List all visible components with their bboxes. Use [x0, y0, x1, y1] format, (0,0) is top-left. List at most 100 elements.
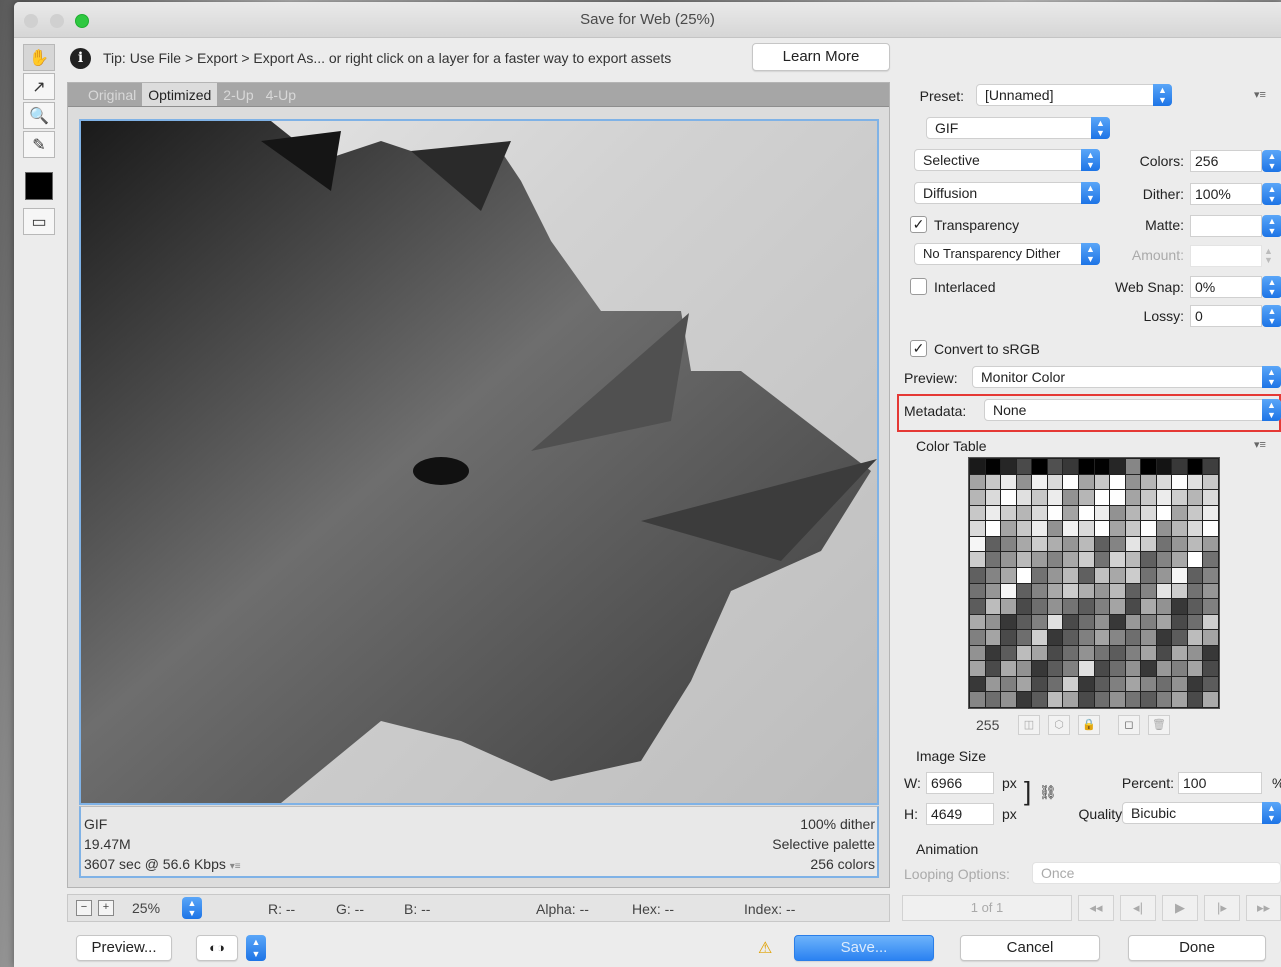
color-swatch[interactable]: [1203, 692, 1218, 707]
color-swatch[interactable]: [1156, 630, 1172, 645]
learn-more-button[interactable]: Learn More: [752, 43, 890, 71]
websnap-field[interactable]: 0%: [1190, 276, 1262, 298]
color-swatch[interactable]: [1156, 599, 1172, 614]
color-swatch[interactable]: [1203, 567, 1218, 583]
zoom-out-button[interactable]: −: [76, 900, 92, 916]
color-swatch[interactable]: [970, 661, 985, 676]
color-swatch[interactable]: [1001, 630, 1016, 645]
color-swatch[interactable]: [1203, 474, 1218, 490]
color-swatch[interactable]: [1001, 474, 1016, 490]
color-swatch[interactable]: [1110, 459, 1125, 474]
color-swatch[interactable]: [1172, 614, 1187, 630]
color-swatch[interactable]: [1141, 459, 1156, 474]
color-swatch[interactable]: [970, 583, 985, 599]
color-swatch[interactable]: [1078, 676, 1094, 692]
color-swatch[interactable]: [970, 474, 985, 490]
dither-algorithm-select[interactable]: Diffusion ▲ ▼: [914, 182, 1100, 204]
color-swatch[interactable]: [1016, 630, 1032, 645]
colors-field[interactable]: 256: [1190, 150, 1262, 172]
color-swatch[interactable]: [1203, 645, 1218, 661]
color-swatch[interactable]: [1156, 505, 1172, 521]
color-swatch[interactable]: [1032, 474, 1047, 490]
color-swatch[interactable]: [1032, 645, 1047, 661]
new-color-icon[interactable]: ◻: [1118, 715, 1140, 735]
color-swatch[interactable]: [1078, 459, 1094, 474]
preset-select[interactable]: [Unnamed] ▲ ▼: [976, 84, 1172, 106]
color-swatch[interactable]: [985, 536, 1001, 552]
color-swatch[interactable]: [1032, 552, 1047, 567]
color-swatch[interactable]: [1016, 661, 1032, 676]
color-swatch[interactable]: [1063, 521, 1078, 536]
color-swatch[interactable]: [1156, 692, 1172, 707]
color-swatch[interactable]: [1110, 536, 1125, 552]
color-swatch[interactable]: [970, 567, 985, 583]
color-swatch[interactable]: [1156, 536, 1172, 552]
color-swatch[interactable]: [985, 474, 1001, 490]
color-swatch[interactable]: [1047, 474, 1063, 490]
color-swatch[interactable]: [1094, 552, 1110, 567]
preset-menu-icon[interactable]: ▾≡: [1254, 88, 1266, 101]
color-swatch[interactable]: [1110, 645, 1125, 661]
color-swatch[interactable]: [1063, 676, 1078, 692]
lossy-stepper[interactable]: ▲ ▼: [1262, 305, 1281, 327]
color-swatch[interactable]: [1156, 614, 1172, 630]
slice-select-tool-icon[interactable]: ↗: [23, 73, 55, 100]
color-swatch[interactable]: [1141, 521, 1156, 536]
color-swatch[interactable]: [1001, 552, 1016, 567]
color-swatch[interactable]: [1172, 583, 1187, 599]
color-swatch[interactable]: [1001, 459, 1016, 474]
done-button[interactable]: Done: [1128, 935, 1266, 961]
color-swatch[interactable]: [1110, 521, 1125, 536]
color-swatch[interactable]: [1063, 630, 1078, 645]
zoom-tool-icon[interactable]: 🔍: [23, 102, 55, 129]
color-swatch[interactable]: [1141, 614, 1156, 630]
color-swatch[interactable]: [1032, 599, 1047, 614]
browser-select-stepper[interactable]: ▲ ▼: [246, 935, 266, 961]
color-swatch[interactable]: [985, 552, 1001, 567]
color-swatch[interactable]: [1001, 661, 1016, 676]
color-swatch[interactable]: [985, 614, 1001, 630]
color-swatch[interactable]: [1172, 552, 1187, 567]
color-swatch[interactable]: [1001, 521, 1016, 536]
color-swatch[interactable]: [1047, 599, 1063, 614]
color-swatch[interactable]: [1094, 536, 1110, 552]
color-swatch[interactable]: [1110, 490, 1125, 505]
color-swatch[interactable]: [1110, 614, 1125, 630]
color-swatch[interactable]: [1094, 490, 1110, 505]
color-swatch[interactable]: [1172, 490, 1187, 505]
color-swatch[interactable]: [1063, 599, 1078, 614]
color-swatch[interactable]: [1016, 676, 1032, 692]
color-swatch[interactable]: [1016, 459, 1032, 474]
color-swatch[interactable]: [1094, 459, 1110, 474]
color-swatch[interactable]: [1141, 536, 1156, 552]
zoom-in-button[interactable]: +: [98, 900, 114, 916]
color-swatch[interactable]: [1032, 459, 1047, 474]
color-swatch[interactable]: [1187, 536, 1203, 552]
color-swatch[interactable]: [1125, 630, 1141, 645]
color-swatch[interactable]: [1016, 567, 1032, 583]
color-swatch[interactable]: [1032, 505, 1047, 521]
color-swatch[interactable]: [985, 692, 1001, 707]
color-swatch[interactable]: [1110, 583, 1125, 599]
color-swatch[interactable]: [970, 645, 985, 661]
color-swatch[interactable]: [1187, 692, 1203, 707]
color-swatch[interactable]: [1125, 676, 1141, 692]
eyedropper-color-swatch[interactable]: [25, 172, 53, 200]
color-swatch[interactable]: [1016, 583, 1032, 599]
color-swatch[interactable]: [1203, 552, 1218, 567]
color-swatch[interactable]: [1063, 661, 1078, 676]
color-swatch[interactable]: [1110, 505, 1125, 521]
color-swatch[interactable]: [1047, 490, 1063, 505]
color-swatch[interactable]: [1125, 692, 1141, 707]
color-swatch[interactable]: [1172, 630, 1187, 645]
color-swatch[interactable]: [985, 459, 1001, 474]
color-swatch[interactable]: [985, 521, 1001, 536]
color-swatch[interactable]: [1016, 536, 1032, 552]
color-swatch[interactable]: [1187, 567, 1203, 583]
color-swatch[interactable]: [1063, 474, 1078, 490]
color-swatch[interactable]: [1125, 599, 1141, 614]
tab-4-up[interactable]: 4-Up: [260, 83, 302, 106]
color-swatch[interactable]: [1203, 614, 1218, 630]
color-swatch[interactable]: [1156, 645, 1172, 661]
color-table-menu-icon[interactable]: ▾≡: [1254, 438, 1266, 451]
